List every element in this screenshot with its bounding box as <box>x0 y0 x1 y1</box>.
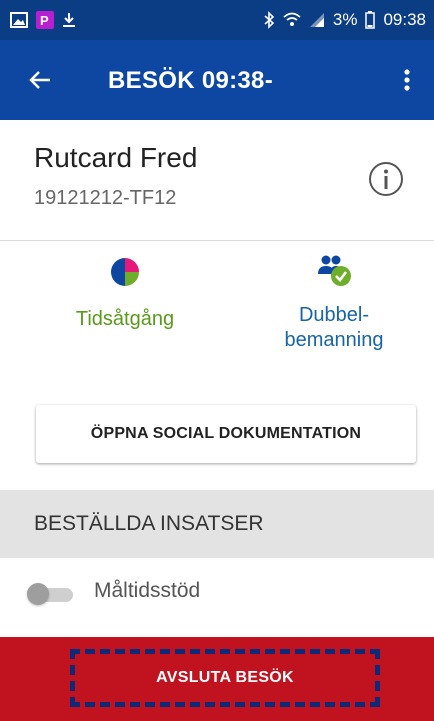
arrow-back-icon <box>29 71 50 89</box>
status-bar: P 3% 09:38 <box>0 0 434 40</box>
svg-text:P: P <box>40 13 49 28</box>
info-icon <box>369 162 403 196</box>
status-right: 3% 09:38 <box>263 10 426 30</box>
pie-chart-icon <box>111 258 139 286</box>
time-usage-button[interactable]: Tidsåtgång <box>60 250 190 332</box>
patient-name: Rutcard Fred <box>34 142 198 173</box>
end-visit-bar: AVSLUTA BESÖK <box>0 637 434 721</box>
open-social-documentation-button[interactable]: ÖPPNA SOCIAL DOKUMENTATION <box>36 405 416 463</box>
end-visit-button[interactable]: AVSLUTA BESÖK <box>70 649 380 707</box>
status-time: 09:38 <box>383 10 426 29</box>
image-notification-icon <box>10 12 28 28</box>
patient-card: Rutcard Fred 19121212-TF12 <box>0 120 434 240</box>
double-staffing-label-line1: Dubbel- <box>298 304 370 326</box>
battery-icon <box>365 11 376 29</box>
double-staffing-button[interactable]: Dubbel- bemanning <box>264 250 404 353</box>
signal-icon <box>309 12 325 28</box>
download-icon <box>62 12 76 28</box>
toggle-knob <box>27 583 49 605</box>
section-header-ordered-services: BESTÄLLDA INSATSER <box>0 490 434 558</box>
bluetooth-icon <box>263 11 275 29</box>
double-staffing-label: Dubbel- bemanning <box>264 303 404 353</box>
info-button[interactable] <box>368 161 404 197</box>
more-vert-icon <box>404 69 410 91</box>
battery-percent: 3% <box>332 10 358 29</box>
service-toggle[interactable] <box>27 583 73 605</box>
page-title: BESÖK 09:38- <box>108 67 273 94</box>
section-title: BESTÄLLDA INSATSER <box>34 512 264 535</box>
service-row: Måltidsstöd <box>0 558 434 628</box>
service-label: Måltidsstöd <box>94 579 201 602</box>
divider <box>0 240 434 241</box>
overflow-menu-button[interactable] <box>392 62 422 98</box>
time-usage-label: Tidsåtgång <box>75 308 175 330</box>
back-button[interactable] <box>22 62 58 98</box>
status-left: P <box>10 11 76 29</box>
p-notification-icon: P <box>36 11 54 29</box>
app-bar: BESÖK 09:38- <box>0 40 434 120</box>
double-staffing-icon <box>318 255 351 286</box>
double-staffing-label-line2: bemanning <box>284 329 384 351</box>
wifi-icon <box>283 12 301 28</box>
patient-id: 19121212-TF12 <box>34 187 177 209</box>
